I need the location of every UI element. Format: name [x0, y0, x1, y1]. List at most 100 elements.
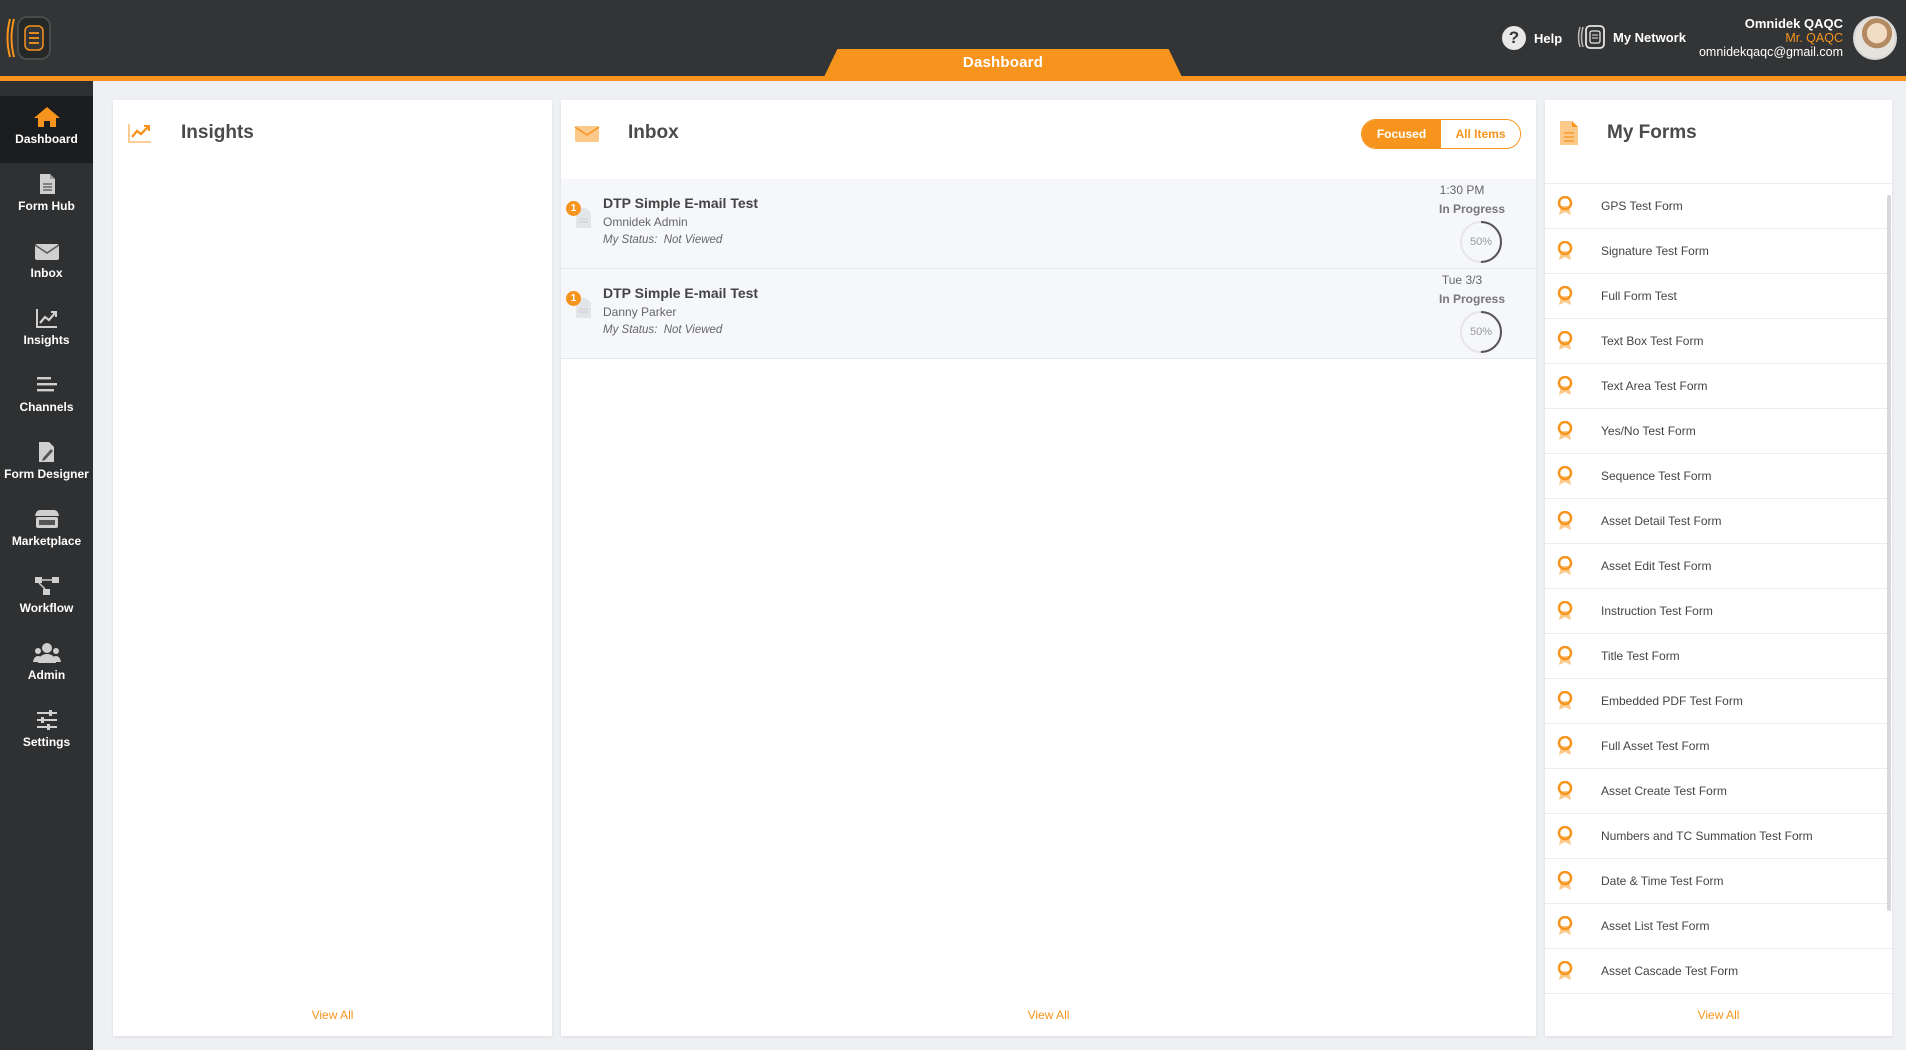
my-network-button[interactable]: My Network — [1577, 25, 1686, 49]
inbox-title: Inbox — [628, 122, 679, 143]
user-info[interactable]: Omnidek QAQC Mr. QAQC omnidekqaqc@gmail.… — [1699, 16, 1843, 60]
forms-scrollbar[interactable] — [1887, 195, 1891, 911]
form-list-item[interactable]: Asset Detail Test Form — [1545, 499, 1892, 544]
form-list-item[interactable]: Text Box Test Form — [1545, 319, 1892, 364]
form-list-item[interactable]: Full Asset Test Form — [1545, 724, 1892, 769]
sidebar-item-inbox[interactable]: Inbox — [0, 230, 93, 297]
trend-chart-icon — [35, 309, 57, 328]
sidebar-item-form-designer[interactable]: Form Designer — [0, 431, 93, 498]
form-item-label: Asset Create Test Form — [1601, 784, 1727, 798]
form-list-item[interactable]: Instruction Test Form — [1545, 589, 1892, 634]
form-list-item[interactable]: Asset Create Test Form — [1545, 769, 1892, 814]
my-network-label: My Network — [1613, 29, 1686, 45]
ribbon-badge-icon — [1557, 916, 1573, 935]
unread-badge: 1 — [566, 201, 581, 216]
ribbon-badge-icon — [1557, 601, 1573, 620]
user-title: Mr. QAQC — [1785, 31, 1843, 45]
channels-icon — [36, 377, 57, 392]
form-list-item[interactable]: Signature Test Form — [1545, 229, 1892, 274]
form-item-label: Asset List Test Form — [1601, 919, 1710, 933]
form-list-item[interactable]: Asset List Test Form — [1545, 904, 1892, 949]
sidebar-item-label: Inbox — [30, 266, 63, 280]
form-item-label: Instruction Test Form — [1601, 604, 1713, 618]
message-sender: Danny Parker — [603, 305, 677, 319]
sidebar-item-workflow[interactable]: Workflow — [0, 565, 93, 632]
omnidek-logo[interactable] — [4, 15, 52, 61]
form-list-item[interactable]: Text Area Test Form — [1545, 364, 1892, 409]
sidebar-item-label: Dashboard — [15, 132, 78, 146]
home-icon — [33, 107, 60, 127]
sidebar-item-label: Channels — [19, 400, 74, 414]
message-title: DTP Simple E-mail Test — [603, 285, 759, 301]
sidebar-item-settings[interactable]: Settings — [0, 699, 93, 766]
ribbon-badge-icon — [1557, 781, 1573, 800]
sidebar-item-admin[interactable]: Admin — [0, 632, 93, 699]
inbox-view-all-link[interactable]: View All — [561, 1008, 1536, 1022]
sidebar-item-marketplace[interactable]: Marketplace — [0, 498, 93, 565]
form-list-item[interactable]: Numbers and TC Summation Test Form — [1545, 814, 1892, 859]
form-list-item[interactable]: Embedded PDF Test Form — [1545, 679, 1892, 724]
ribbon-badge-icon — [1557, 961, 1573, 980]
avatar[interactable] — [1853, 16, 1897, 60]
form-list-item[interactable]: Asset Edit Test Form — [1545, 544, 1892, 589]
network-device-icon — [1577, 25, 1605, 49]
sidebar: Dashboard Form Hub Inbox Insights Channe… — [0, 81, 93, 1050]
envelope-icon — [34, 244, 59, 260]
inbox-message-row[interactable]: 1 DTP Simple E-mail Test Danny Parker My… — [561, 269, 1536, 359]
my-forms-view-all-link[interactable]: View All — [1545, 1002, 1892, 1022]
my-forms-panel: My Forms GPS Test Form Signature Test For… — [1545, 100, 1892, 1036]
filter-focused-button[interactable]: Focused — [1362, 120, 1441, 148]
help-label: Help — [1534, 30, 1563, 46]
form-list-item[interactable]: Asset Cascade Test Form — [1545, 949, 1892, 994]
ribbon-badge-icon — [1557, 196, 1573, 215]
ribbon-badge-icon — [1557, 826, 1573, 845]
progress-text: 50% — [1469, 326, 1493, 338]
form-list-item[interactable]: Date & Time Test Form — [1545, 859, 1892, 904]
sidebar-item-channels[interactable]: Channels — [0, 364, 93, 431]
ribbon-badge-icon — [1557, 646, 1573, 665]
help-button[interactable]: ? Help — [1502, 26, 1562, 50]
tab-dashboard[interactable]: Dashboard — [823, 49, 1183, 79]
form-list-partial-row — [1545, 164, 1892, 184]
ribbon-badge-icon — [1557, 331, 1573, 350]
sidebar-item-insights[interactable]: Insights — [0, 297, 93, 364]
inbox-message-row[interactable]: 1 DTP Simple E-mail Test Omnidek Admin M… — [561, 179, 1536, 269]
ribbon-badge-icon — [1557, 871, 1573, 890]
sliders-icon — [36, 710, 57, 730]
status-value: Not Viewed — [663, 324, 723, 336]
question-icon: ? — [1502, 26, 1526, 50]
form-item-label: Signature Test Form — [1601, 244, 1709, 258]
filter-all-items-button[interactable]: All Items — [1441, 120, 1520, 148]
status-label: My Status: — [603, 324, 658, 336]
ribbon-badge-icon — [1557, 421, 1573, 440]
form-list-item[interactable]: Title Test Form — [1545, 634, 1892, 679]
form-item-label: Sequence Test Form — [1601, 469, 1712, 483]
sidebar-item-label: Admin — [27, 668, 66, 682]
form-list-item[interactable]: Full Form Test — [1545, 274, 1892, 319]
message-time: Tue 3/3 — [1441, 273, 1483, 287]
form-item-label: Numbers and TC Summation Test Form — [1601, 829, 1813, 843]
form-item-label: Asset Detail Test Form — [1601, 514, 1722, 528]
message-state: In Progress — [1438, 292, 1506, 306]
user-name: Omnidek QAQC — [1744, 16, 1843, 31]
form-item-label: Yes/No Test Form — [1601, 424, 1696, 438]
ribbon-badge-icon — [1557, 241, 1573, 260]
insights-view-all-link[interactable]: View All — [113, 1008, 552, 1022]
sidebar-item-label: Form Hub — [18, 199, 75, 213]
message-time: 1:30 PM — [1439, 183, 1485, 197]
form-list-item[interactable]: Yes/No Test Form — [1545, 409, 1892, 454]
form-item-label: Full Form Test — [1601, 289, 1677, 303]
document-icon — [39, 174, 55, 194]
sidebar-item-form-hub[interactable]: Form Hub — [0, 163, 93, 230]
form-list-item[interactable]: Sequence Test Form — [1545, 454, 1892, 499]
message-title: DTP Simple E-mail Test — [603, 195, 759, 211]
form-item-label: Full Asset Test Form — [1601, 739, 1710, 753]
form-list-item[interactable]: GPS Test Form — [1545, 184, 1892, 229]
envelope-icon — [574, 126, 600, 142]
message-state: In Progress — [1438, 202, 1506, 216]
sidebar-item-label: Insights — [23, 333, 70, 347]
sidebar-item-dashboard[interactable]: Dashboard — [0, 96, 93, 163]
ribbon-badge-icon — [1557, 286, 1573, 305]
form-item-label: Text Box Test Form — [1601, 334, 1704, 348]
progress-ring: 50% — [1459, 220, 1503, 264]
